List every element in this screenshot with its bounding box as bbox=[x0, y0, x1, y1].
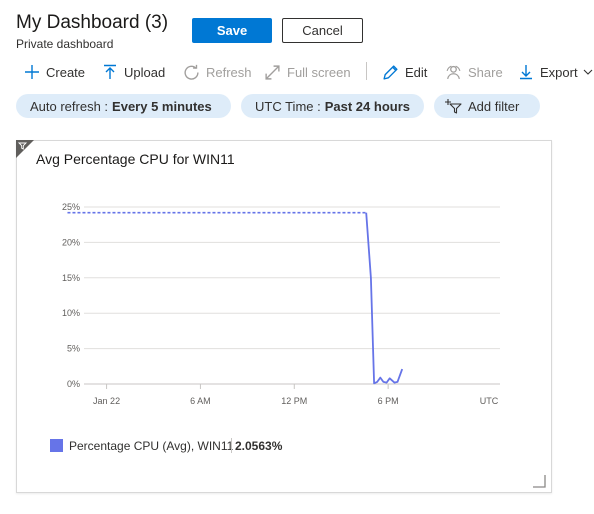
cpu-line-chart: 0% 5% 10% 15% 20% 25% Jan 22 6 AM 12 PM 6 PM UTC bbox=[62, 202, 500, 406]
legend-swatch bbox=[50, 439, 63, 452]
y-tick-label: 25% bbox=[62, 202, 80, 212]
x-tick-label: Jan 22 bbox=[93, 396, 120, 406]
x-tick-label: 6 AM bbox=[190, 396, 211, 406]
legend-divider bbox=[231, 438, 232, 453]
y-tick-label: 15% bbox=[62, 273, 80, 283]
legend-value: 2.0563% bbox=[235, 439, 283, 453]
x-unit-label: UTC bbox=[480, 396, 499, 406]
y-tick-label: 20% bbox=[62, 237, 80, 247]
series-line bbox=[365, 212, 404, 385]
legend-label: Percentage CPU (Avg), WIN11 bbox=[69, 439, 234, 453]
y-tick-label: 0% bbox=[67, 379, 80, 389]
y-tick-label: 5% bbox=[67, 344, 80, 354]
x-tick-label: 12 PM bbox=[281, 396, 307, 406]
y-tick-label: 10% bbox=[62, 308, 80, 318]
resize-handle-icon[interactable] bbox=[532, 474, 546, 488]
x-tick-label: 6 PM bbox=[378, 396, 399, 406]
